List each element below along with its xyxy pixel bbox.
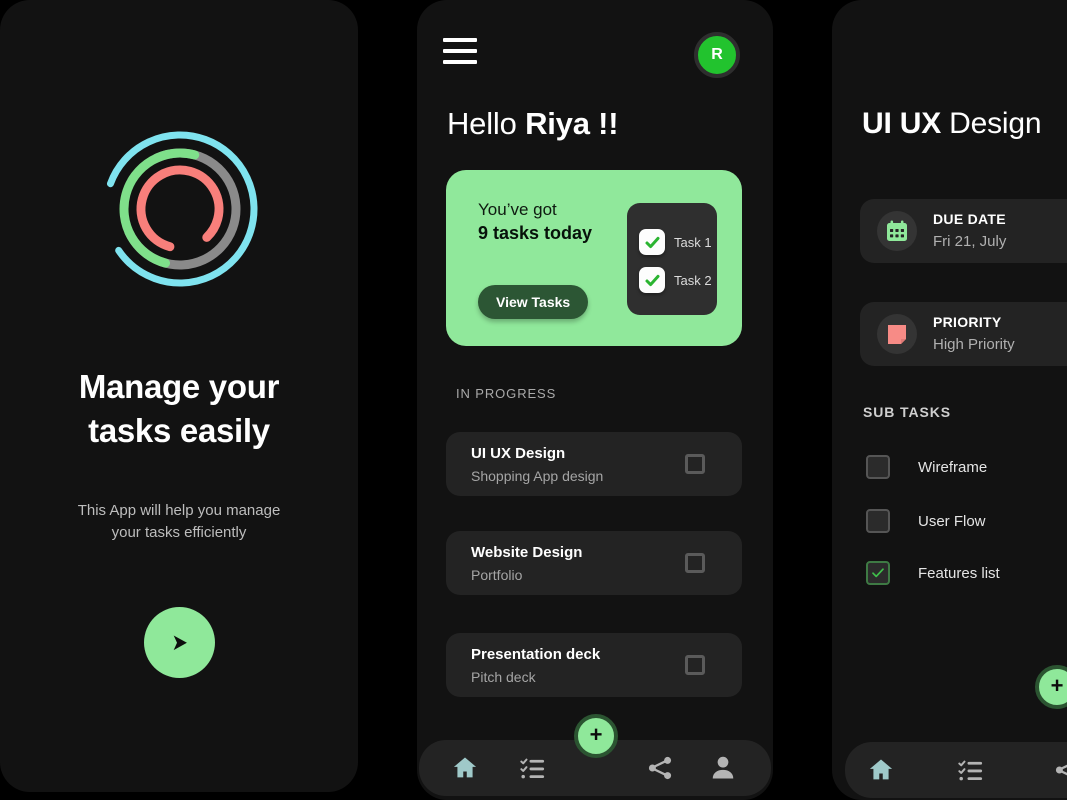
menu-bar-3 — [443, 60, 477, 64]
summary-task-minilist: Task 1 Task 2 — [627, 203, 717, 315]
list-item-label: Task 1 — [674, 234, 712, 250]
mockup-stage: Manage your tasks easily This App will h… — [0, 0, 1067, 800]
due-date-card[interactable]: DUE DATE Fri 21, July — [860, 199, 1067, 263]
avatar[interactable]: R — [694, 32, 740, 78]
checkbox-checked[interactable] — [639, 229, 665, 255]
task-title: Website Design — [471, 544, 583, 561]
meta-value: High Priority — [933, 336, 1015, 353]
greeting-name: Riya !! — [525, 106, 619, 141]
list-item-label: User Flow — [918, 512, 986, 530]
checkbox-checked[interactable] — [639, 267, 665, 293]
priority-note-icon — [877, 314, 917, 354]
share-icon[interactable] — [1053, 756, 1067, 784]
section-label-sub-tasks: SUB TASKS — [863, 404, 951, 420]
onboarding-subtitle: This App will help you manage your tasks… — [0, 500, 358, 544]
table-row[interactable]: UI UX Design Shopping App design — [446, 432, 742, 496]
avatar-initial: R — [711, 46, 723, 63]
list-item-label: Task 2 — [674, 272, 712, 288]
priority-card[interactable]: PRIORITY High Priority — [860, 302, 1067, 366]
add-task-button[interactable]: + — [574, 714, 618, 758]
menu-bar-2 — [443, 49, 477, 53]
table-row[interactable]: Website Design Portfolio — [446, 531, 742, 595]
bottom-navigation-bar — [845, 742, 1067, 798]
checklist-icon[interactable] — [519, 754, 547, 782]
plus-icon: + — [589, 722, 603, 747]
onboarding-title-line1: Manage your — [78, 368, 280, 405]
detail-title-bold: UI UX — [862, 107, 942, 140]
page-title: Hello Riya !! — [447, 106, 619, 142]
plus-icon: + — [1050, 673, 1064, 698]
task-subtitle: Pitch deck — [471, 669, 536, 685]
list-item[interactable]: Features list — [866, 561, 1000, 585]
onboarding-title: Manage your tasks easily — [0, 365, 358, 453]
get-started-button[interactable]: ➤ — [144, 607, 215, 678]
subtask-checkbox[interactable] — [866, 455, 890, 479]
meta-label: PRIORITY — [933, 314, 1002, 330]
task-title: Presentation deck — [471, 646, 601, 663]
summary-line1: You’ve got — [478, 200, 557, 219]
meta-value: Fri 21, July — [933, 233, 1007, 250]
phone-screen-onboarding: Manage your tasks easily This App will h… — [0, 0, 358, 792]
add-subtask-button[interactable]: + — [1035, 665, 1067, 709]
today-summary-card: You’ve got 9 tasks today View Tasks Task… — [446, 170, 742, 346]
task-checkbox[interactable] — [685, 454, 705, 474]
table-row[interactable]: Presentation deck Pitch deck — [446, 633, 742, 697]
menu-bar-1 — [443, 38, 477, 42]
task-subtitle: Portfolio — [471, 567, 523, 583]
list-item[interactable]: User Flow — [866, 509, 986, 533]
onboarding-subtitle-line1: This App will help you manage — [77, 502, 281, 519]
list-item-label: Wireframe — [918, 458, 988, 476]
home-icon[interactable] — [867, 756, 895, 784]
calendar-icon — [877, 211, 917, 251]
checklist-icon[interactable] — [957, 756, 985, 784]
page-title: UI UX Design — [862, 107, 1042, 141]
person-icon[interactable] — [709, 754, 737, 782]
list-item[interactable]: Task 1 — [639, 229, 712, 255]
task-subtitle: Shopping App design — [471, 468, 604, 484]
onboarding-subtitle-line2: your tasks efficiently — [111, 524, 247, 541]
list-item-label: Features list — [918, 564, 1000, 582]
detail-title-regular: Design — [941, 107, 1042, 140]
play-arrow-icon: ➤ — [171, 629, 188, 655]
meta-label: DUE DATE — [933, 211, 1006, 227]
hamburger-menu-icon[interactable] — [443, 38, 477, 65]
section-label-in-progress: IN PROGRESS — [456, 386, 557, 401]
share-icon[interactable] — [646, 754, 674, 782]
list-item[interactable]: Task 2 — [639, 267, 712, 293]
greeting-prefix: Hello — [447, 106, 526, 141]
home-icon[interactable] — [451, 754, 479, 782]
onboarding-title-line2: tasks easily — [88, 412, 270, 449]
summary-line2: 9 tasks today — [478, 223, 593, 243]
subtask-checkbox[interactable] — [866, 509, 890, 533]
subtask-checkbox-checked[interactable] — [866, 561, 890, 585]
list-item[interactable]: Wireframe — [866, 455, 987, 479]
app-rings-logo — [99, 128, 261, 290]
task-checkbox[interactable] — [685, 655, 705, 675]
task-title: UI UX Design — [471, 445, 566, 462]
view-tasks-button[interactable]: View Tasks — [478, 285, 589, 319]
task-checkbox[interactable] — [685, 553, 705, 573]
